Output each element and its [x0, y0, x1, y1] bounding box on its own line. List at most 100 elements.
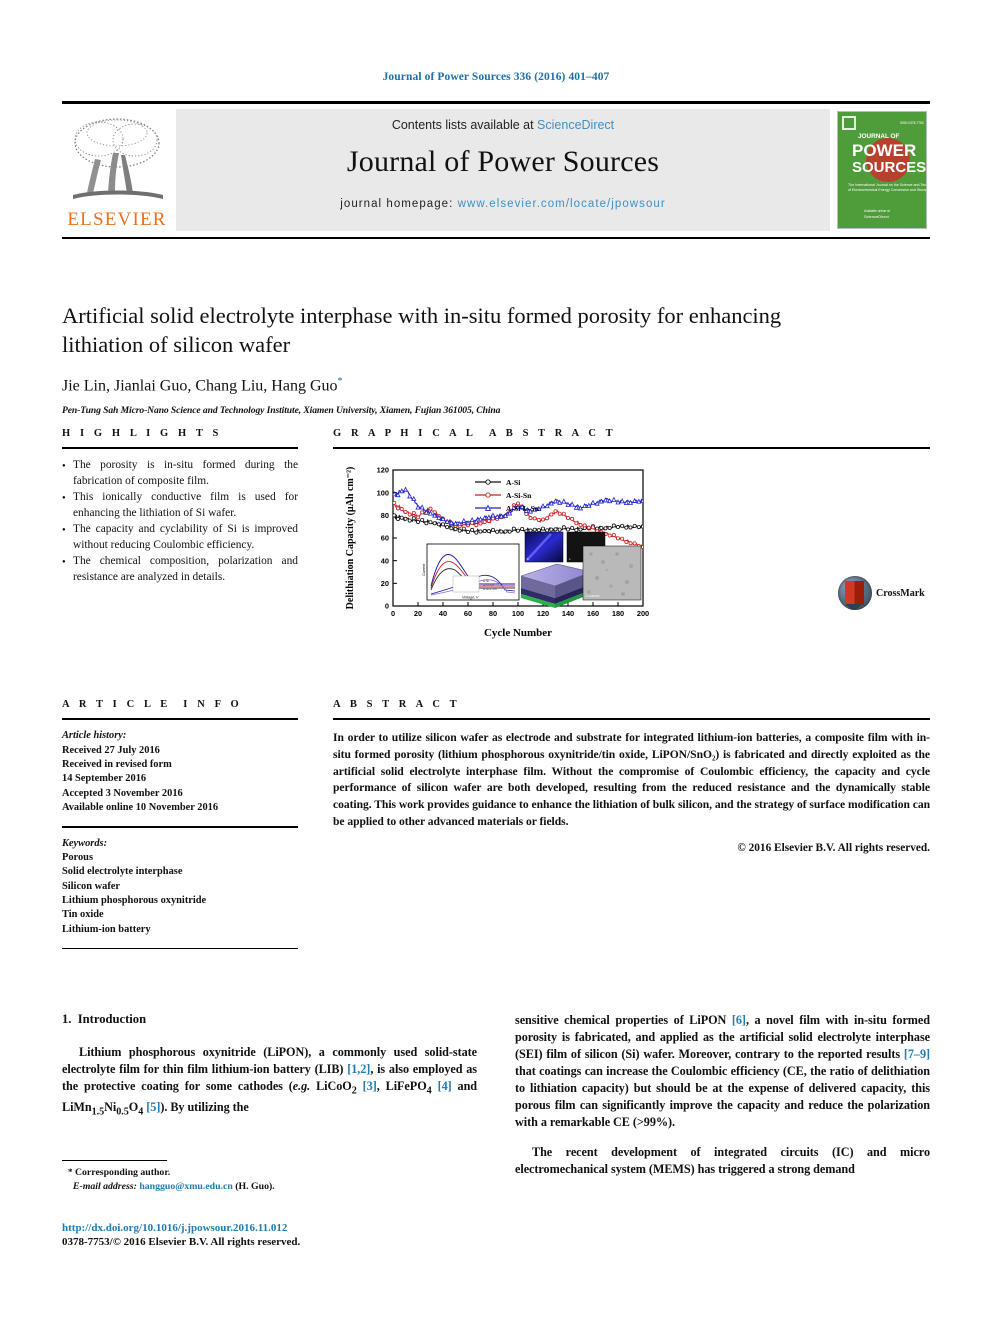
history-line: Received in revised form	[62, 758, 172, 770]
history-line: 14 September 2016	[62, 773, 147, 785]
elsevier-logo: ELSEVIER	[62, 109, 172, 231]
article-history-label: Article history:	[62, 730, 127, 742]
masthead-top-rule	[62, 101, 930, 104]
svg-text:120: 120	[537, 609, 549, 618]
masthead-center-band: Contents lists available at ScienceDirec…	[176, 108, 830, 231]
svg-text:Delithiation Capacity (µAh cm⁻: Delithiation Capacity (µAh cm⁻²)	[345, 467, 356, 610]
svg-text:60: 60	[464, 609, 472, 618]
article-info-panel: A R T I C L E I N F O Article history: R…	[62, 699, 298, 950]
abstract-heading: A B S T R A C T	[333, 699, 461, 710]
article-page: Journal of Power Sources 336 (2016) 401–…	[0, 0, 992, 1323]
abstract-text: In order to utilize silicon wafer as ele…	[333, 731, 930, 828]
svg-text:Cycle Number: Cycle Number	[484, 627, 552, 639]
list-item: This ionically conductive film is used f…	[62, 490, 298, 521]
text-run: that coatings can increase the Coulombic…	[515, 1064, 930, 1130]
svg-text:SOURCES: SOURCES	[852, 159, 926, 176]
svg-text:POWER: POWER	[852, 141, 916, 160]
svg-text:40: 40	[439, 609, 447, 618]
citation-ref[interactable]: [7–9]	[904, 1047, 930, 1061]
paragraph: Lithium phosphorous oxynitride (LiPON), …	[62, 1044, 477, 1120]
svg-text:The International Journal on t: The International Journal on the Science…	[848, 183, 926, 187]
article-info-rule	[62, 718, 298, 721]
text-run: O	[128, 1099, 139, 1114]
text-run: , LiFePO	[376, 1079, 427, 1094]
citation-ref[interactable]: [4]	[438, 1079, 452, 1093]
corresponding-author-footnote: * Corresponding author. E-mail address: …	[62, 1160, 477, 1194]
citation-ref[interactable]: [3]	[363, 1079, 377, 1093]
list-item: The capacity and cyclability of Si is im…	[62, 522, 298, 553]
section-heading-introduction: 1. Introduction	[62, 1012, 477, 1027]
journal-masthead: ELSEVIER Contents lists available at Sci…	[62, 101, 930, 239]
issn-copyright-line: 0378-7753/© 2016 Elsevier B.V. All right…	[62, 1236, 301, 1248]
svg-text:20: 20	[381, 579, 389, 588]
running-head: Journal of Power Sources 336 (2016) 401–…	[382, 71, 610, 83]
section-title: Introduction	[77, 1012, 147, 1026]
svg-text:Current: Current	[422, 563, 426, 576]
abstract-panel: A B S T R A C T In order to utilize sili…	[333, 699, 930, 854]
contents-line: Contents lists available at ScienceDirec…	[176, 109, 830, 132]
citation-ref[interactable]: [1,2]	[347, 1062, 370, 1076]
history-line: Received 27 July 2016	[62, 744, 160, 756]
keywords-block: Keywords: Porous Solid electrolyte inter…	[62, 837, 298, 938]
highlights-panel: H I G H L I G H T S The porosity is in-s…	[62, 428, 298, 586]
citation-ref[interactable]: [5]	[146, 1100, 160, 1114]
text-run: Ni	[104, 1099, 117, 1114]
paragraph: sensitive chemical properties of LiPON […	[515, 1012, 930, 1132]
svg-text:200: 200	[637, 609, 649, 618]
svg-text:A-Si-L-Sn: A-Si-L-Sn	[483, 587, 497, 591]
highlights-rule	[62, 447, 298, 450]
graphical-abstract-heading: G R A P H I C A L A B S T R A C T	[333, 428, 617, 439]
email-link[interactable]: hangguo@xmu.edu.cn	[139, 1181, 233, 1192]
svg-text:100: 100	[377, 488, 389, 497]
svg-text:Available online at: Available online at	[864, 209, 890, 213]
author-names: Jie Lin, Jianlai Guo, Chang Liu, Hang Gu…	[62, 376, 338, 394]
svg-text:40: 40	[381, 556, 389, 565]
svg-text:160: 160	[587, 609, 599, 618]
svg-text:0: 0	[385, 602, 389, 611]
email-owner: (H. Guo).	[232, 1181, 275, 1193]
svg-text:80: 80	[381, 511, 389, 520]
history-line: Available online 10 November 2016	[62, 801, 219, 813]
footnote-rule	[62, 1160, 167, 1161]
svg-text:100: 100	[512, 609, 524, 618]
text-run: sensitive chemical properties of LiPON	[515, 1013, 732, 1027]
chart-legend-label: A-Si	[506, 478, 520, 487]
svg-text:140: 140	[562, 609, 574, 618]
doi-link[interactable]: http://dx.doi.org/10.1016/j.jpowsour.201…	[62, 1222, 492, 1234]
subscript: 4	[426, 1085, 432, 1097]
affiliation: Pen-Tung Sah Micro-Nano Science and Tech…	[62, 404, 501, 416]
paragraph: The recent development of integrated cir…	[515, 1144, 930, 1176]
subscript: 0.5	[116, 1106, 129, 1118]
svg-text:Voltage, V: Voltage, V	[462, 596, 479, 600]
homepage-url-link[interactable]: www.elsevier.com/locate/jpowsour	[458, 198, 666, 210]
homepage-label: journal homepage:	[340, 197, 458, 210]
keyword-item: Tin oxide	[62, 909, 104, 921]
body-column-right: sensitive chemical properties of LiPON […	[515, 1012, 930, 1190]
journal-title: Journal of Power Sources	[346, 144, 660, 178]
article-title: Artificial solid electrolyte interphase …	[62, 303, 782, 358]
author-list: Jie Lin, Jianlai Guo, Chang Liu, Hang Gu…	[62, 376, 930, 395]
keyword-item: Silicon wafer	[62, 880, 121, 892]
abstract-rule	[333, 718, 930, 721]
email-label: E-mail address:	[72, 1181, 137, 1193]
svg-text:180: 180	[612, 609, 624, 618]
keywords-divider	[62, 826, 298, 828]
body-column-left: 1. Introduction Lithium phosphorous oxyn…	[62, 1012, 477, 1132]
keyword-item: Lithium phosphorous oxynitride	[62, 895, 207, 907]
citation-ref[interactable]: [6]	[732, 1013, 746, 1027]
svg-text:60: 60	[381, 534, 389, 543]
svg-text:0: 0	[391, 609, 395, 618]
highlights-list: The porosity is in-situ formed during th…	[62, 458, 298, 585]
elsevier-wordmark: ELSEVIER	[67, 208, 167, 230]
article-info-bottom-rule	[62, 948, 298, 950]
sciencedirect-link[interactable]: ScienceDirect	[537, 118, 614, 132]
keyword-item: Solid electrolyte interphase	[62, 866, 183, 878]
sem-surface-image: 1 \u00b5m	[582, 545, 642, 601]
highlights-heading: H I G H L I G H T S	[62, 428, 222, 439]
text-run: LiCoO	[310, 1079, 352, 1094]
text-run: ). By utilizing the	[160, 1099, 249, 1114]
title-block: Artificial solid electrolyte interphase …	[62, 286, 930, 610]
copyright-line: © 2016 Elsevier B.V. All rights reserved…	[737, 842, 930, 855]
graphical-abstract-panel: G R A P H I C A L A B S T R A C T 0 20 4…	[333, 428, 930, 659]
svg-text:120: 120	[377, 466, 389, 475]
